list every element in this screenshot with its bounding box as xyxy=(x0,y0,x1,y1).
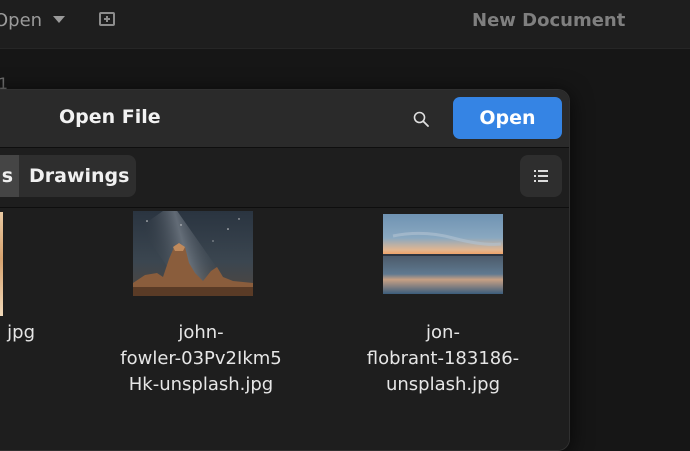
file-name-partial[interactable]: jpg xyxy=(0,320,35,346)
file-grid: jpg john- fowler-03Pv2Ikm5 Hk-unsplash.j… xyxy=(0,208,569,450)
open-menu-button[interactable]: Open xyxy=(0,8,42,34)
file-name-jon-flobrant[interactable]: jon- flobrant-183186- unsplash.jpg xyxy=(323,320,563,398)
file-thumbnail-john-fowler[interactable] xyxy=(133,211,253,296)
file-name-line: john- xyxy=(178,322,224,343)
file-thumbnail-partial[interactable] xyxy=(0,212,3,316)
editor-headerbar: Open New Document xyxy=(0,0,690,49)
path-segment-drawings[interactable]: Drawings xyxy=(19,155,136,197)
dialog-headerbar: Open File Open xyxy=(0,90,569,148)
file-name-line: unsplash.jpg xyxy=(385,374,500,395)
search-button[interactable] xyxy=(406,104,436,134)
path-segment-parent-label: s xyxy=(1,165,13,187)
path-segment-parent[interactable]: s xyxy=(0,155,19,197)
image-thumbnail-icon xyxy=(383,214,503,294)
path-bar: s Drawings xyxy=(0,148,569,208)
open-file-dialog: Open File Open s Drawings jpg john- fowl… xyxy=(0,89,570,451)
file-name-line: flobrant-183186- xyxy=(366,348,520,369)
file-thumbnail-jon-flobrant[interactable] xyxy=(383,214,503,294)
file-name-john-fowler[interactable]: john- fowler-03Pv2Ikm5 Hk-unsplash.jpg xyxy=(81,320,321,398)
search-icon xyxy=(413,111,429,127)
image-thumbnail-icon xyxy=(133,211,253,296)
file-name-line: Hk-unsplash.jpg xyxy=(128,374,274,395)
file-name-line: jpg xyxy=(7,322,35,343)
new-tab-icon[interactable] xyxy=(99,12,115,26)
window-title: New Document xyxy=(472,10,626,31)
dialog-title: Open File xyxy=(59,106,161,128)
view-toggle-button[interactable] xyxy=(520,155,562,197)
chevron-down-icon[interactable] xyxy=(53,16,65,23)
file-name-line: fowler-03Pv2Ikm5 xyxy=(120,348,282,369)
open-button[interactable]: Open xyxy=(453,97,562,139)
file-name-line: jon- xyxy=(426,322,460,343)
path-segment-current-label: Drawings xyxy=(29,165,130,187)
